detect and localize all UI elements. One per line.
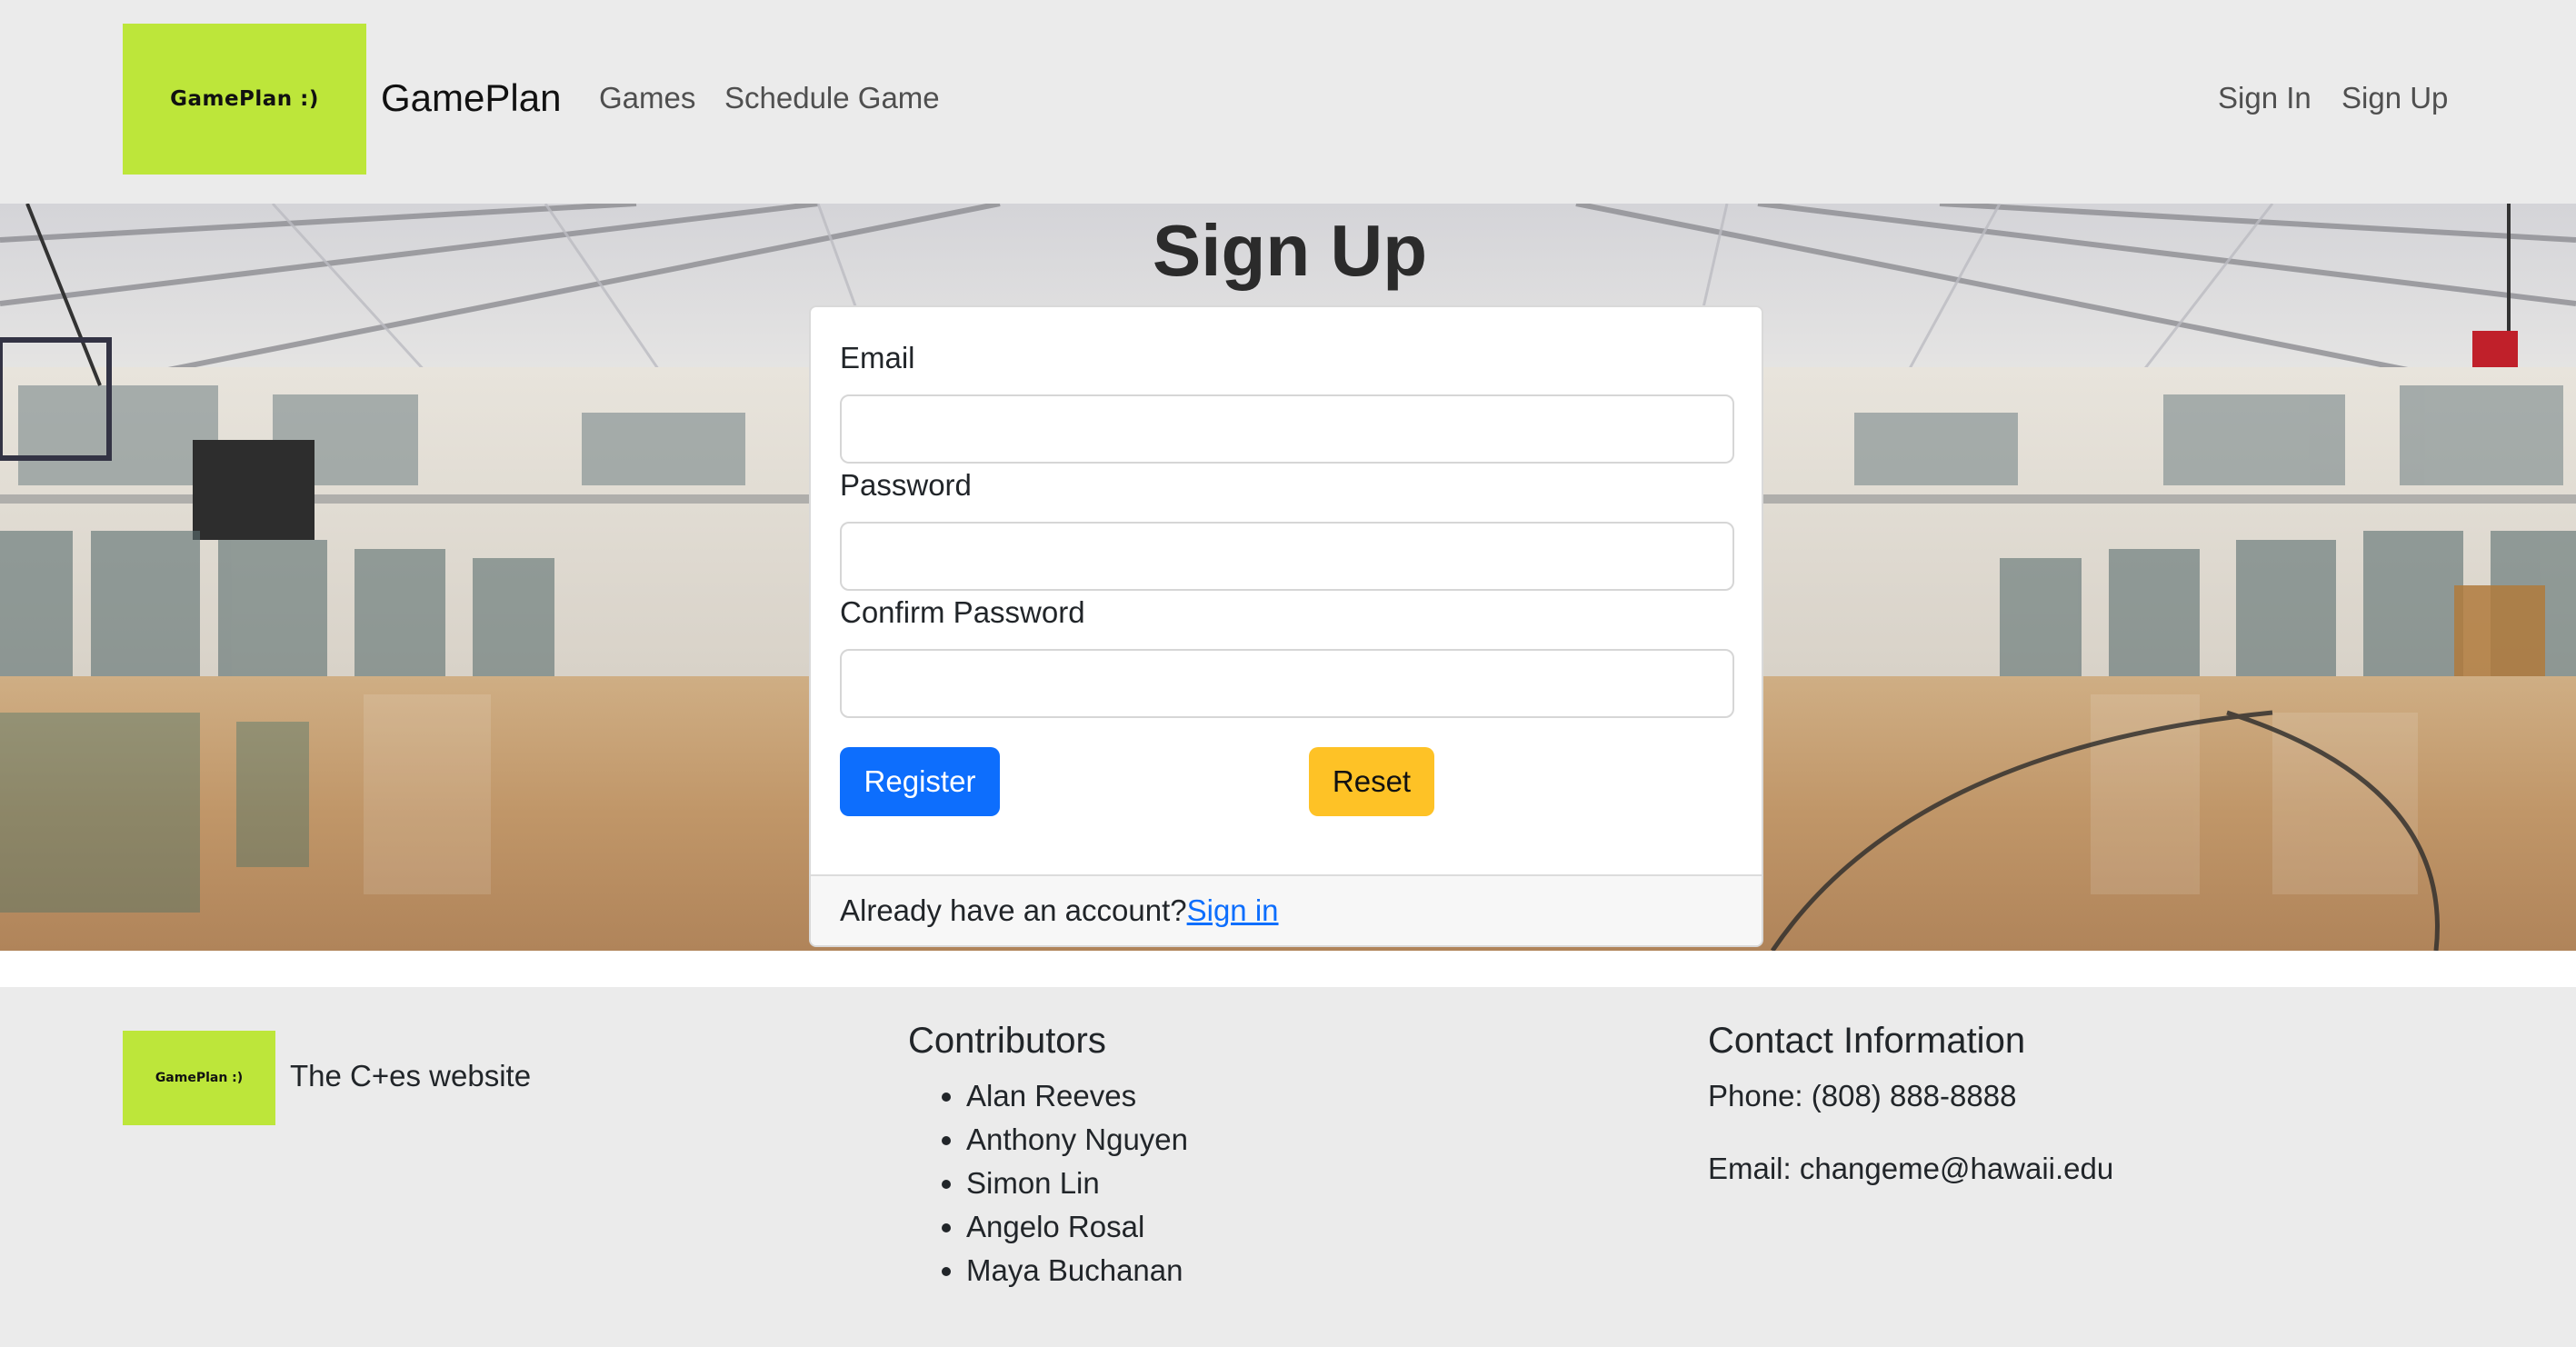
page-title: Sign Up xyxy=(0,205,2576,296)
footer-logo-text: GamePlan :) xyxy=(155,1071,244,1085)
password-field[interactable] xyxy=(840,522,1734,591)
contributors-list: Alan Reeves Anthony Nguyen Simon Lin Ang… xyxy=(908,1074,1188,1292)
email-field[interactable] xyxy=(840,394,1734,464)
signin-prompt: Already have an account?Sign in xyxy=(840,891,1279,931)
register-button[interactable]: Register xyxy=(840,747,1000,816)
top-navbar: GamePlan :) GamePlan Games Schedule Game… xyxy=(0,0,2576,204)
reset-button[interactable]: Reset xyxy=(1309,747,1434,816)
card-footer: Already have an account?Sign in xyxy=(811,874,1762,945)
confirm-password-label: Confirm Password xyxy=(840,595,1085,629)
brand-link[interactable]: GamePlan xyxy=(381,73,561,124)
signin-prompt-text: Already have an account? xyxy=(840,893,1187,927)
footer-tagline: The C+es website xyxy=(290,1059,532,1093)
contributor-item: Angelo Rosal xyxy=(966,1205,1188,1249)
password-label: Password xyxy=(840,468,972,502)
contributor-item: Alan Reeves xyxy=(966,1074,1188,1118)
navbar-logo-text: GamePlan :) xyxy=(170,87,319,111)
navbar-logo[interactable]: GamePlan :) xyxy=(123,24,366,175)
site-footer: GamePlan :) The C+es website Contributor… xyxy=(0,987,2576,1347)
confirm-password-field[interactable] xyxy=(840,649,1734,718)
contributor-item: Anthony Nguyen xyxy=(966,1118,1188,1162)
nav-link-sign-in[interactable]: Sign In xyxy=(2218,78,2311,118)
nav-link-sign-up[interactable]: Sign Up xyxy=(2341,78,2448,118)
contributor-item: Maya Buchanan xyxy=(966,1249,1188,1292)
nav-link-games[interactable]: Games xyxy=(599,78,695,118)
signin-link[interactable]: Sign in xyxy=(1187,893,1279,927)
contact-phone: Phone: (808) 888-8888 xyxy=(1708,1079,2017,1113)
contributor-item: Simon Lin xyxy=(966,1162,1188,1205)
contact-heading: Contact Information xyxy=(1708,1021,2026,1061)
signup-card: Email Password Confirm Password Register… xyxy=(809,305,1763,947)
nav-link-schedule-game[interactable]: Schedule Game xyxy=(724,78,940,118)
email-label: Email xyxy=(840,341,915,374)
footer-logo: GamePlan :) xyxy=(123,1031,275,1125)
contributors-heading: Contributors xyxy=(908,1021,1106,1061)
page-title-text: Sign Up xyxy=(1152,210,1428,291)
contact-email: Email: changeme@hawaii.edu xyxy=(1708,1152,2114,1185)
